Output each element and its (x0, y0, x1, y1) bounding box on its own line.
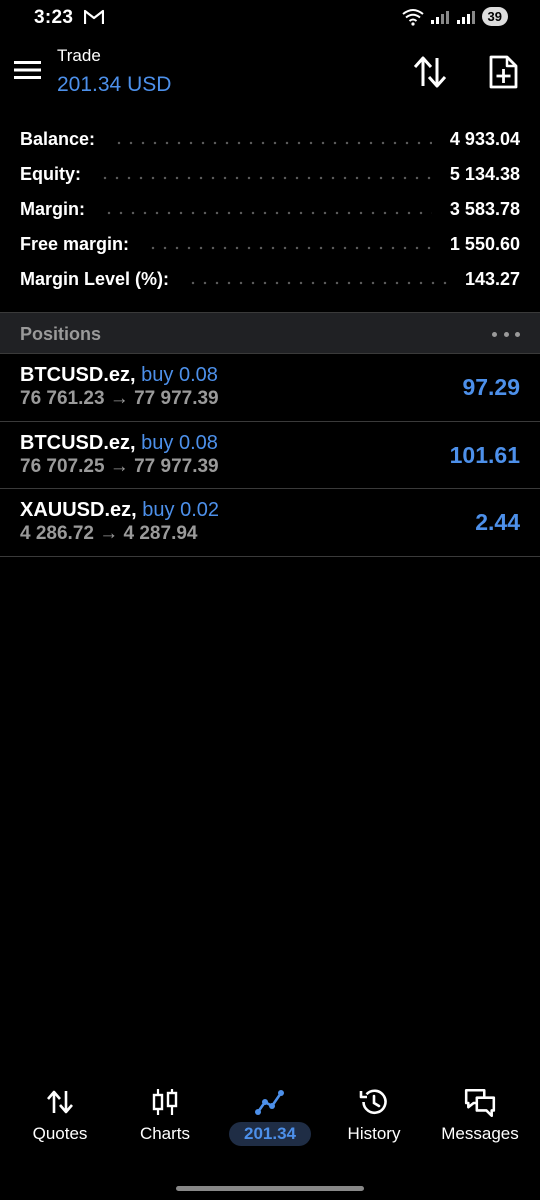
summary-row-equity: Equity: 5 134.38 (0, 157, 540, 192)
account-profit: 201.34 USD (57, 73, 172, 96)
summary-row-margin: Margin: 3 583.78 (0, 192, 540, 227)
position-profit: 2.44 (475, 509, 520, 535)
bottom-navigation: Quotes Charts 201.34 History Messages (0, 1080, 540, 1160)
positions-section-header: Positions (0, 312, 540, 354)
summary-value: 5 134.38 (449, 164, 520, 184)
summary-label: Free margin: (20, 234, 130, 254)
position-prices: 76 761.23 → 77 977.39 (20, 388, 219, 409)
sort-arrows-icon[interactable] (412, 54, 448, 90)
new-order-icon[interactable] (486, 54, 520, 90)
summary-value: 4 933.04 (449, 129, 520, 149)
summary-row-margin-level: Margin Level (%): 143.27 (0, 262, 540, 297)
status-bar: 3:23 39 (0, 0, 540, 36)
nav-label: Messages (441, 1124, 519, 1143)
hamburger-menu-icon[interactable] (14, 58, 42, 82)
signal-icon (430, 10, 449, 24)
position-symbol: BTCUSD.ez, (20, 431, 136, 454)
position-title: BTCUSD.ez, buy 0.08 (20, 364, 218, 387)
chat-bubbles-icon (464, 1088, 496, 1118)
summary-row-balance: Balance: 4 933.04 (0, 122, 540, 157)
positions-list: BTCUSD.ez, buy 0.08 76 761.23 → 77 977.3… (0, 354, 540, 557)
position-side: buy 0.02 (142, 499, 219, 521)
position-side: buy 0.08 (141, 431, 218, 454)
nav-history[interactable]: History (320, 1080, 428, 1160)
more-options-icon[interactable] (492, 325, 520, 343)
candlestick-icon (152, 1089, 178, 1115)
dotted-leader (187, 280, 447, 285)
nav-messages[interactable]: Messages (426, 1080, 534, 1160)
position-title: BTCUSD.ez, buy 0.08 (20, 432, 218, 455)
nav-label: 201.34 (244, 1124, 296, 1143)
nav-label: Quotes (32, 1124, 88, 1143)
quotes-arrows-icon (47, 1090, 73, 1114)
signal-icon-2 (456, 10, 475, 24)
summary-label: Balance: (20, 129, 96, 149)
nav-quotes[interactable]: Quotes (6, 1080, 114, 1160)
nav-trade[interactable]: 201.34 (216, 1080, 324, 1160)
dotted-leader (113, 140, 432, 145)
position-row[interactable]: BTCUSD.ez, buy 0.08 76 761.23 → 77 977.3… (0, 354, 540, 422)
position-symbol: XAUUSD.ez, (20, 499, 137, 521)
battery-indicator: 39 (481, 7, 508, 26)
position-title: XAUUSD.ez, buy 0.02 (20, 499, 219, 522)
position-side: buy 0.08 (141, 364, 218, 386)
summary-value: 3 583.78 (449, 199, 520, 219)
nav-label: Charts (139, 1124, 191, 1143)
history-clock-icon (359, 1089, 387, 1115)
nav-label: History (347, 1124, 401, 1143)
position-prices: 4 286.72 → 4 287.94 (20, 523, 198, 544)
account-summary: Balance: 4 933.04 Equity: 5 134.38 Margi… (0, 122, 540, 297)
summary-value: 1 550.60 (449, 234, 520, 254)
position-row[interactable]: XAUUSD.ez, buy 0.02 4 286.72 → 4 287.94 … (0, 489, 540, 557)
status-icons: 39 (401, 7, 508, 26)
positions-title: Positions (20, 324, 102, 344)
position-profit: 101.61 (449, 441, 520, 468)
position-symbol: BTCUSD.ez, (20, 364, 136, 386)
wifi-icon (401, 8, 424, 26)
position-row[interactable]: BTCUSD.ez, buy 0.08 76 707.25 → 77 977.3… (0, 422, 540, 489)
summary-value: 143.27 (464, 269, 520, 289)
status-time: 3:23 (34, 7, 74, 28)
trade-line-icon (255, 1090, 284, 1115)
app-bar: Trade 201.34 USD (0, 40, 540, 110)
home-indicator[interactable] (176, 1186, 364, 1191)
dotted-leader (147, 245, 432, 250)
gmail-icon (84, 9, 104, 24)
position-prices: 76 707.25 → 77 977.39 (20, 455, 219, 477)
summary-row-free-margin: Free margin: 1 550.60 (0, 227, 540, 262)
summary-label: Margin: (20, 199, 85, 219)
nav-charts[interactable]: Charts (111, 1080, 219, 1160)
dotted-leader (103, 210, 432, 215)
page-title: Trade (57, 46, 101, 65)
position-profit: 97.29 (462, 374, 520, 400)
dotted-leader (99, 175, 432, 180)
summary-label: Margin Level (%): (20, 269, 170, 289)
summary-label: Equity: (20, 164, 81, 184)
